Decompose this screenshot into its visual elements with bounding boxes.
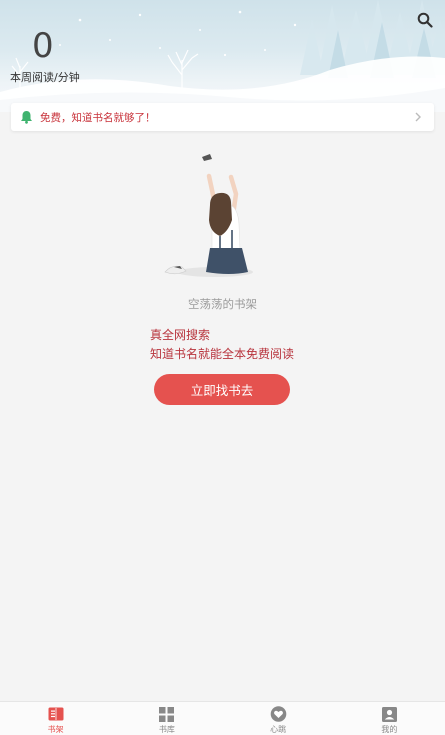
grid-icon (158, 706, 176, 722)
search-icon (417, 12, 433, 28)
tab-profile-label: 我的 (381, 725, 398, 734)
tab-library[interactable]: 书库 (111, 702, 222, 735)
search-button[interactable] (413, 8, 437, 32)
profile-icon (380, 706, 398, 722)
tab-library-label: 书库 (158, 725, 175, 734)
empty-shelf-illustration (164, 154, 253, 277)
empty-shelf-label: 空荡荡的书架 (188, 297, 257, 311)
promo-line-2: 知道书名就能全本免费阅读 (150, 347, 295, 361)
bookshelf-icon (47, 706, 65, 722)
reading-stats-header: 0 本周阅读/分钟 (0, 0, 445, 112)
tab-bookshelf[interactable]: 书架 (0, 702, 111, 735)
chevron-right-icon (414, 109, 424, 125)
bell-icon (20, 110, 34, 124)
weekly-minutes-value: 0 (32, 26, 54, 66)
weekly-minutes-label: 本周阅读/分钟 (10, 71, 80, 84)
find-books-button[interactable]: 立即找书去 (154, 374, 290, 405)
tab-bookshelf-label: 书架 (47, 725, 64, 734)
winter-scene-illustration (0, 0, 445, 112)
notice-text: 免费，知道书名就够了！ (40, 111, 156, 124)
tab-heartbeat-label: 心跳 (270, 725, 287, 734)
tab-heartbeat[interactable]: 心跳 (223, 702, 334, 735)
bottom-tab-bar: 书架 书库 心跳 我的 (0, 701, 445, 735)
free-reading-notice[interactable]: 免费，知道书名就够了！ (11, 103, 434, 131)
heart-icon (269, 706, 287, 722)
tab-profile[interactable]: 我的 (334, 702, 445, 735)
promo-line-1: 真全网搜索 (150, 328, 211, 342)
